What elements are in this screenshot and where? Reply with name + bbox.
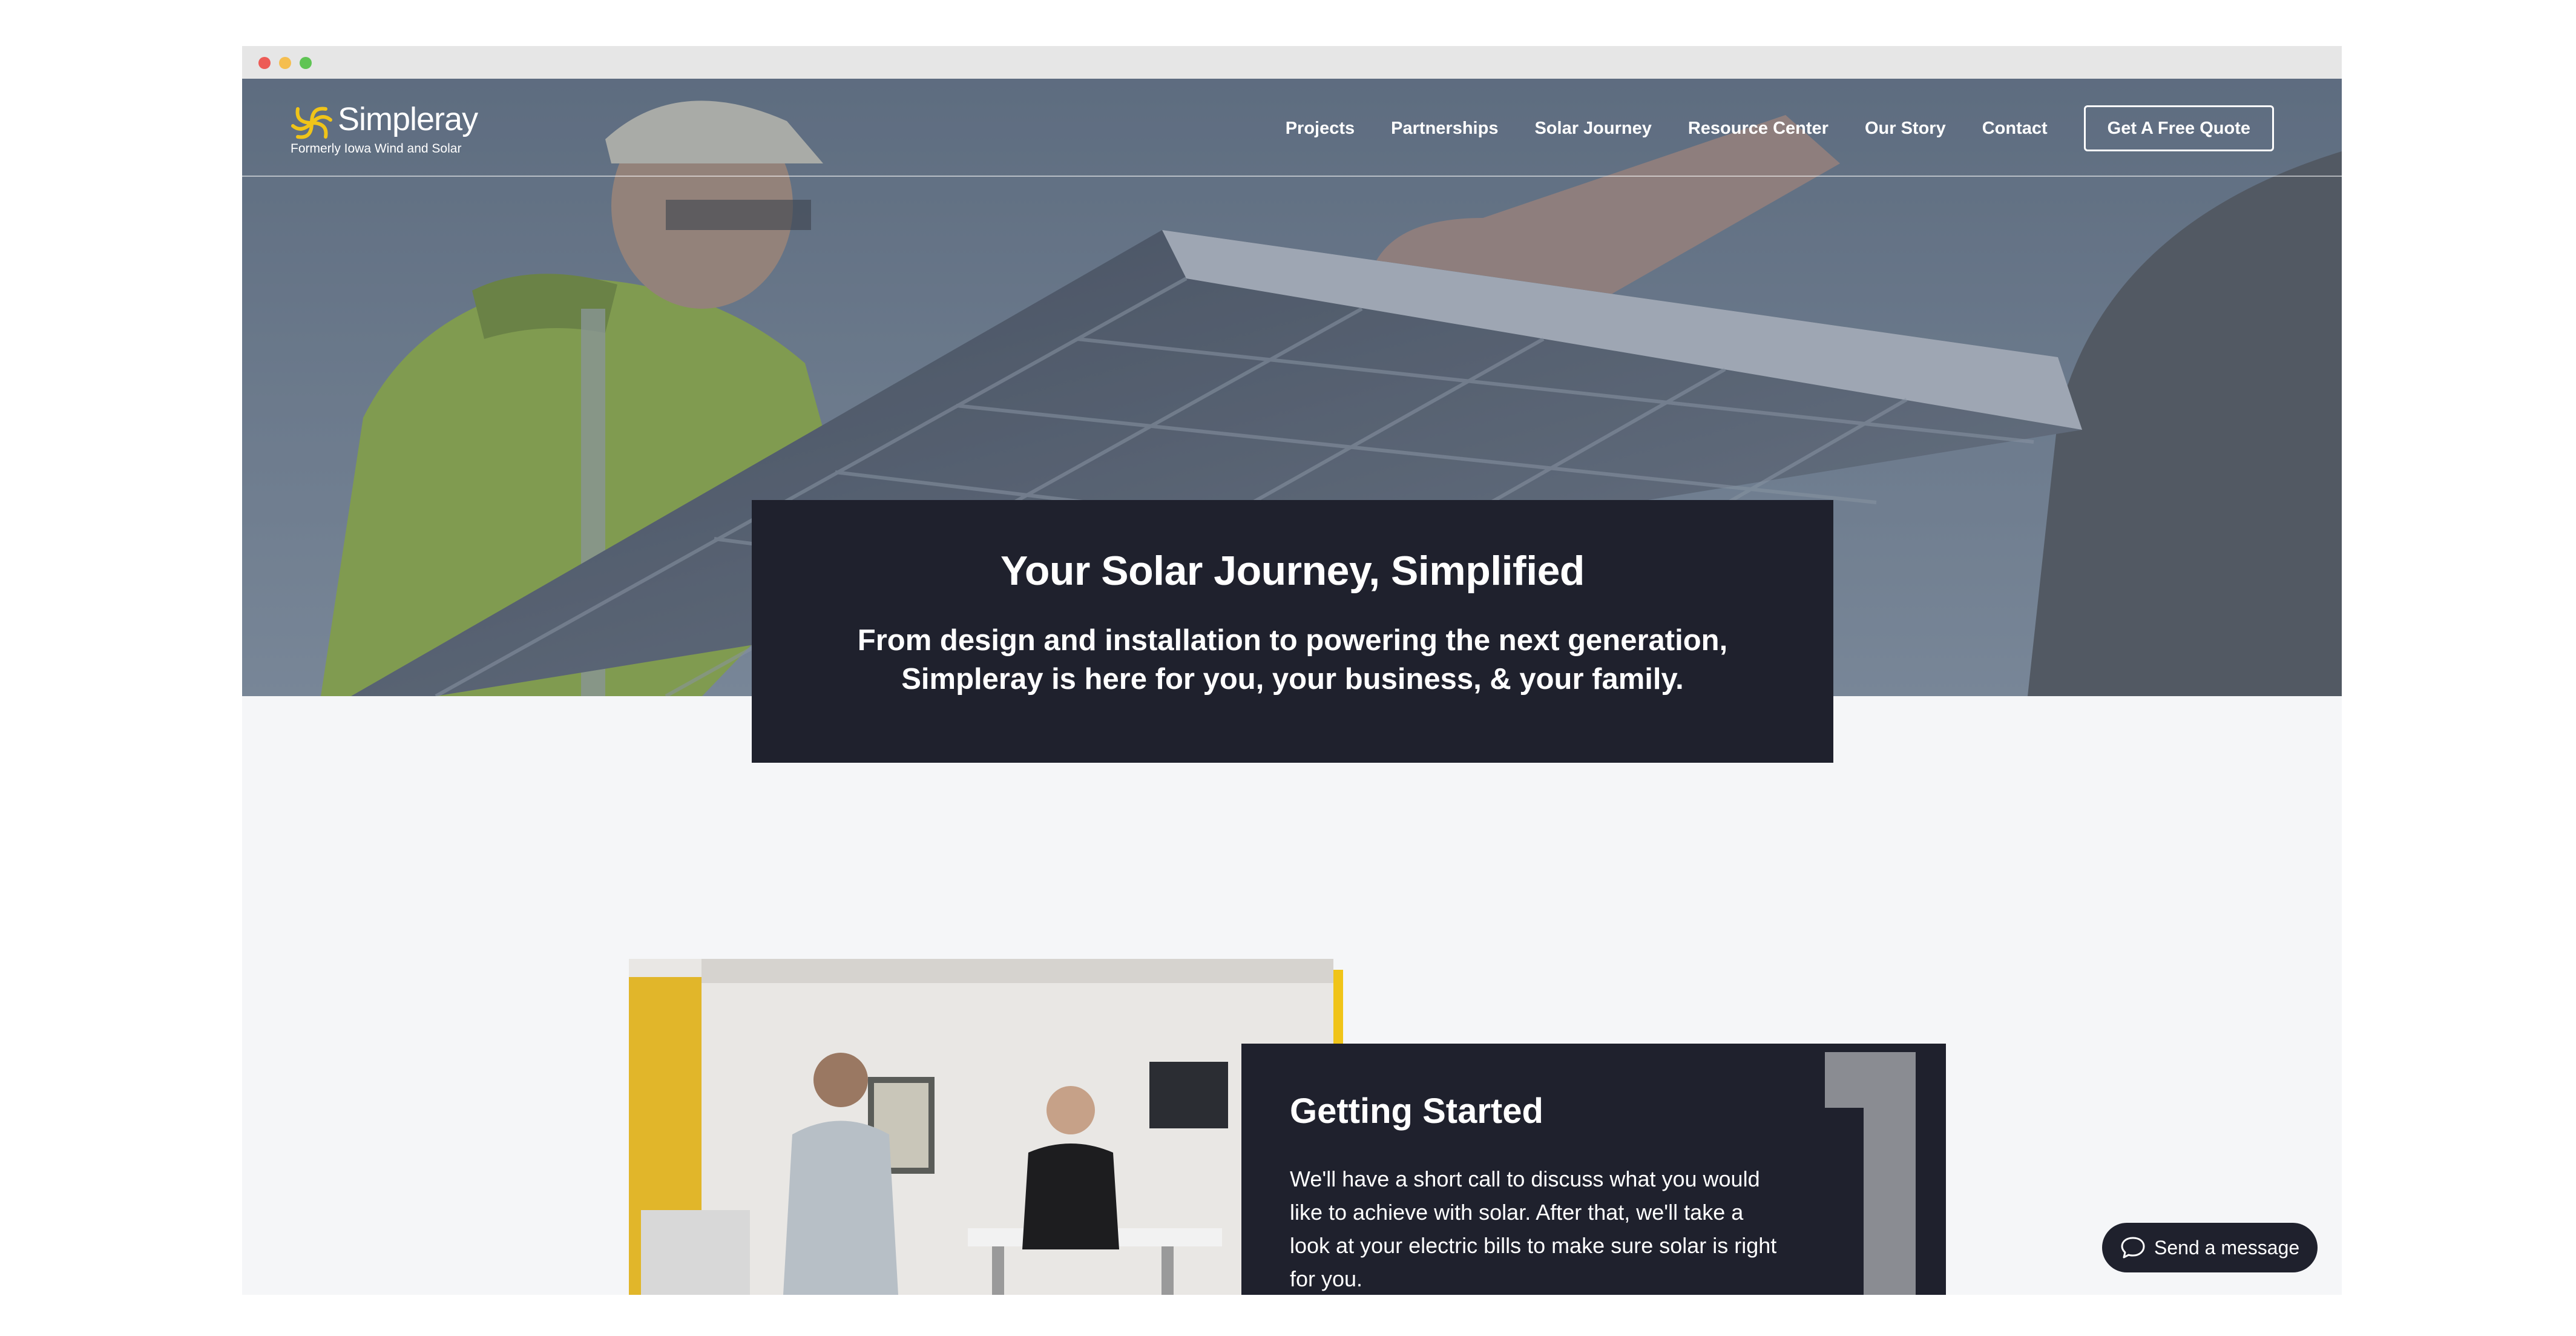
send-message-label: Send a message — [2154, 1236, 2300, 1259]
nav-partnerships[interactable]: Partnerships — [1391, 119, 1498, 139]
window-titlebar — [242, 46, 2342, 79]
yellow-accent-bar — [1333, 970, 1343, 1045]
hero-text-card: Your Solar Journey, Simplified From desi… — [752, 500, 1833, 763]
nav-our-story[interactable]: Our Story — [1865, 119, 1946, 139]
chat-bubble-icon — [2121, 1237, 2145, 1259]
hero-subtitle: From design and installation to powering… — [857, 624, 1728, 696]
step-number-one-graphic — [1825, 1052, 1916, 1295]
send-message-chat-button[interactable]: Send a message — [2102, 1223, 2318, 1272]
logo-tagline: Formerly Iowa Wind and Solar — [291, 142, 462, 156]
maximize-window-dot[interactable] — [300, 57, 312, 69]
nav-projects[interactable]: Projects — [1286, 119, 1355, 139]
step-title: Getting Started — [1290, 1091, 1543, 1131]
getting-started-card: Getting Started We'll have a short call … — [1241, 1044, 1946, 1295]
simpleray-logo[interactable]: Simpleray Formerly Iowa Wind and Solar — [291, 97, 496, 157]
main-navigation: Projects Partnerships Solar Journey Reso… — [1249, 104, 2274, 153]
logo-wordmark: Simpleray — [338, 101, 478, 137]
sun-swirl-icon — [291, 107, 332, 139]
nav-resource-center[interactable]: Resource Center — [1688, 119, 1828, 139]
close-window-dot[interactable] — [258, 57, 271, 69]
hero-title: Your Solar Journey, Simplified — [1000, 548, 1585, 594]
site-header: Simpleray Formerly Iowa Wind and Solar P… — [242, 79, 2342, 177]
get-free-quote-button[interactable]: Get A Free Quote — [2083, 105, 2274, 151]
nav-contact[interactable]: Contact — [1982, 119, 2048, 139]
nav-solar-journey[interactable]: Solar Journey — [1534, 119, 1651, 139]
step-description: We'll have a short call to discuss what … — [1290, 1167, 1777, 1291]
browser-window: Simpleray Formerly Iowa Wind and Solar P… — [242, 46, 2342, 1295]
getting-started-office-photo — [629, 959, 1333, 1295]
minimize-window-dot[interactable] — [279, 57, 291, 69]
